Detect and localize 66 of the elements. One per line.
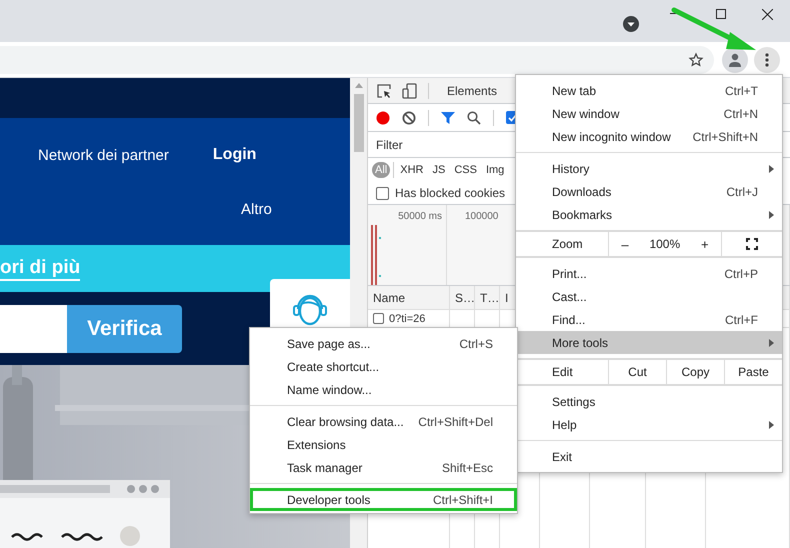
menu-item[interactable]: Settings: [516, 390, 782, 413]
nav-link[interactable]: Network dei partner: [38, 146, 169, 164]
column-header: I: [505, 290, 508, 304]
shortcut-label: Ctrl+T: [725, 84, 758, 98]
shortcut-label: Ctrl+Shift+Del: [418, 414, 493, 428]
menu-item[interactable]: Bookmarks: [516, 203, 782, 226]
shortcut-label: Ctrl+S: [459, 336, 493, 350]
nav-link[interactable]: Login: [212, 146, 256, 164]
zoom-level: 100%: [649, 237, 680, 251]
menu-item[interactable]: Cast...: [516, 285, 782, 308]
menu-item[interactable]: Name window...: [250, 378, 517, 401]
menu-item[interactable]: Print... Ctrl+P: [516, 262, 782, 285]
column-header: S…: [455, 290, 474, 304]
checkbox-label: Has blocked cookies: [395, 186, 506, 200]
clear-icon[interactable]: [402, 110, 416, 124]
menu-item[interactable]: New incognito window Ctrl+Shift+N: [516, 125, 782, 148]
type-filter[interactable]: XHR: [397, 162, 426, 178]
profile-icon[interactable]: [722, 46, 748, 72]
edit-button[interactable]: Paste: [724, 360, 782, 384]
table-cell: 0?ti=26: [389, 312, 426, 324]
record-icon[interactable]: [376, 110, 390, 124]
device-icon[interactable]: [402, 82, 418, 98]
shortcut-label: Ctrl+Shift+I: [432, 492, 493, 506]
timeline-tick: 50000 ms: [398, 211, 442, 222]
zoom-label: Zoom: [551, 236, 584, 253]
menu-item[interactable]: Downloads Ctrl+J: [516, 180, 782, 203]
menu-item[interactable]: More tools: [516, 331, 782, 354]
shortcut-label: Ctrl+Shift+N: [692, 130, 758, 144]
menu-item[interactable]: Task manager Shift+Esc: [250, 456, 517, 479]
shortcut-label: Shift+Esc: [442, 460, 493, 474]
menu-icon[interactable]: [754, 46, 780, 72]
zoom-out-button[interactable]: –: [617, 236, 633, 252]
type-filter[interactable]: JS: [429, 162, 448, 178]
menu-item[interactable]: Exit: [516, 445, 782, 468]
type-filter[interactable]: CSS: [451, 162, 480, 178]
shortcut-label: Ctrl+J: [726, 184, 758, 198]
menu-item[interactable]: Find... Ctrl+F: [516, 308, 782, 331]
menu-item[interactable]: Create shortcut...: [250, 355, 517, 378]
search-icon[interactable]: [467, 110, 481, 124]
zoom-in-button[interactable]: +: [696, 236, 713, 252]
column-header: T…: [480, 290, 499, 304]
shortcut-label: Ctrl+N: [724, 106, 758, 120]
filter-icon[interactable]: [441, 110, 455, 124]
devtools-tab[interactable]: Elements: [439, 84, 506, 98]
edit-label: Edit: [551, 364, 574, 381]
menu-item[interactable]: History: [516, 157, 782, 180]
menu-item[interactable]: New window Ctrl+N: [516, 102, 782, 125]
menu-item[interactable]: Clear browsing data... Ctrl+Shift+Del: [250, 410, 517, 433]
shortcut-label: Ctrl+P: [724, 266, 758, 280]
checkbox[interactable]: [376, 186, 389, 200]
star-icon[interactable]: [688, 52, 704, 68]
menu-item[interactable]: Help: [516, 413, 782, 436]
timeline-tick: 100000: [465, 211, 498, 222]
menu-item[interactable]: Save page as... Ctrl+S: [250, 332, 517, 355]
nav-link[interactable]: Altro: [241, 201, 272, 218]
tab-search-icon[interactable]: [623, 16, 639, 32]
menu-item[interactable]: Developer tools Ctrl+Shift+I: [250, 488, 517, 511]
menu-item[interactable]: New tab Ctrl+T: [516, 79, 782, 102]
inspect-icon[interactable]: [376, 82, 392, 98]
text-field[interactable]: [0, 304, 67, 352]
column-header: Name: [373, 290, 406, 304]
scrollbar-thumb[interactable]: [354, 94, 364, 152]
type-filter[interactable]: Img: [482, 162, 508, 178]
checkbox[interactable]: [373, 313, 384, 324]
menu-item[interactable]: Extensions: [250, 433, 517, 456]
shortcut-label: Ctrl+F: [725, 312, 758, 326]
